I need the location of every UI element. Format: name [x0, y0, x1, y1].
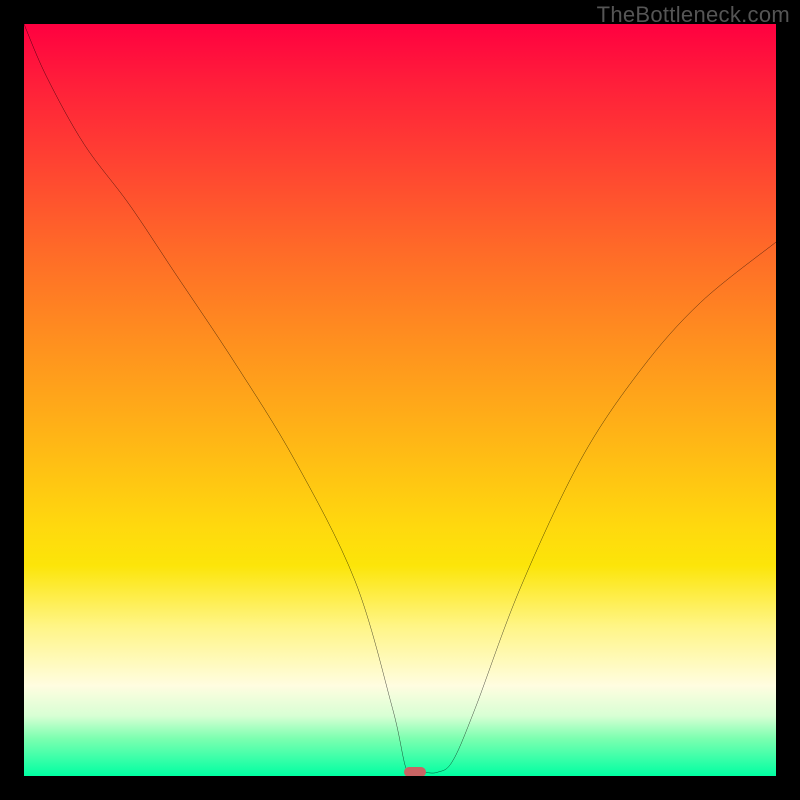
optimum-marker — [404, 767, 426, 776]
bottleneck-curve — [24, 24, 776, 776]
chart-frame: TheBottleneck.com — [0, 0, 800, 800]
plot-area — [24, 24, 776, 776]
watermark-text: TheBottleneck.com — [597, 2, 790, 28]
curve-path — [24, 24, 776, 776]
